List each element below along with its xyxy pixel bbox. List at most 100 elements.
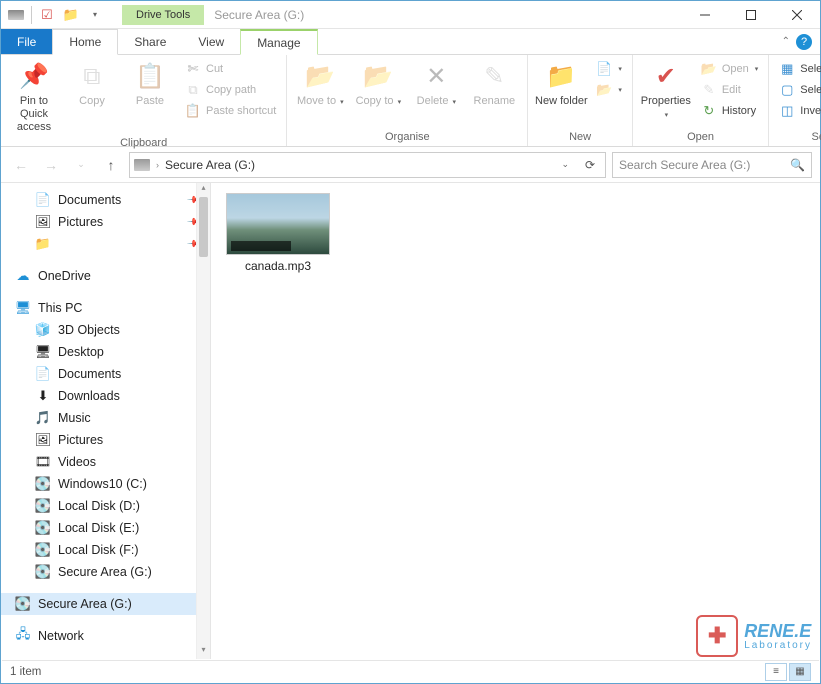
group-label-clipboard: Clipboard xyxy=(7,135,280,152)
sidebar-item-label: Videos xyxy=(58,455,96,469)
tab-view[interactable]: View xyxy=(182,29,240,54)
refresh-button[interactable]: ⟳ xyxy=(579,158,601,172)
close-button[interactable] xyxy=(774,1,820,29)
help-icon[interactable]: ? xyxy=(796,34,812,50)
down-icon: ⬇ xyxy=(35,388,51,404)
move-to-icon: 📂 xyxy=(304,61,336,93)
select-all-button[interactable]: ▦Select all xyxy=(775,59,821,79)
group-select: ▦Select all ▢Select none ◫Invert selecti… xyxy=(769,55,821,146)
address-bar[interactable]: › Secure Area (G:) ⌄ ⟳ xyxy=(129,152,606,178)
paste-button[interactable]: 📋 Paste xyxy=(123,57,177,108)
sidebar-secure-area[interactable]: 💽Secure Area (G:) xyxy=(1,593,210,615)
scroll-thumb[interactable] xyxy=(199,197,208,257)
paste-shortcut-button[interactable]: 📋Paste shortcut xyxy=(181,101,280,121)
copy-to-label: Copy to ▾ xyxy=(356,95,402,108)
copy-button[interactable]: ⧉ Copy xyxy=(65,57,119,108)
delete-button[interactable]: ✕ Delete ▾ xyxy=(409,57,463,108)
copy-to-button[interactable]: 📂 Copy to ▾ xyxy=(351,57,405,108)
sidebar-pc-item[interactable]: ⬇Downloads xyxy=(1,385,210,407)
scroll-down-icon[interactable]: ▾ xyxy=(197,645,210,659)
edit-button[interactable]: ✎Edit xyxy=(697,80,762,100)
recent-dropdown-icon[interactable]: ⌄ xyxy=(69,153,93,177)
history-button[interactable]: ↻History xyxy=(697,101,762,121)
sidebar-scrollbar[interactable]: ▴ ▾ xyxy=(196,183,210,659)
window-title: Secure Area (G:) xyxy=(214,8,682,22)
tab-manage[interactable]: Manage xyxy=(240,29,317,55)
paste-icon: 📋 xyxy=(134,61,166,93)
details-view-button[interactable]: ≡ xyxy=(765,663,787,681)
rename-icon: ✎ xyxy=(478,61,510,93)
maximize-button[interactable] xyxy=(728,1,774,29)
collapse-ribbon-icon[interactable]: ⌃ xyxy=(782,36,790,47)
select-none-button[interactable]: ▢Select none xyxy=(775,80,821,100)
tab-share[interactable]: Share xyxy=(118,29,182,54)
sidebar-quick-item[interactable]: 📄Documents📌 xyxy=(1,189,210,211)
new-item-button[interactable]: 📄▾ xyxy=(592,59,626,79)
open-button[interactable]: 📂Open ▾ xyxy=(697,59,762,79)
rename-button[interactable]: ✎ Rename xyxy=(467,57,521,108)
back-button[interactable]: ← xyxy=(9,153,33,177)
group-clipboard: 📌 Pin to Quick access ⧉ Copy 📋 Paste ✄Cu… xyxy=(1,55,287,146)
sidebar-pc-item[interactable]: 💽Windows10 (C:) xyxy=(1,473,210,495)
sidebar-pc-item[interactable]: 💽Local Disk (F:) xyxy=(1,539,210,561)
sidebar-pc-item[interactable]: 💽Local Disk (E:) xyxy=(1,517,210,539)
paste-label: Paste xyxy=(136,95,164,108)
sidebar-item-label: Pictures xyxy=(58,433,103,447)
pin-icon: 📌 xyxy=(18,61,50,93)
sidebar-pc-item[interactable]: 🎞Videos xyxy=(1,451,210,473)
sidebar-onedrive[interactable]: ☁OneDrive xyxy=(1,265,210,287)
file-pane[interactable]: canada.mp3 xyxy=(211,183,820,659)
up-button[interactable]: ↑ xyxy=(99,153,123,177)
forward-button[interactable]: → xyxy=(39,153,63,177)
sidebar-pc-item[interactable]: 💽Local Disk (D:) xyxy=(1,495,210,517)
sidebar-pc-item[interactable]: 🖥Desktop xyxy=(1,341,210,363)
move-to-button[interactable]: 📂 Move to ▾ xyxy=(293,57,347,108)
sidebar-quick-item[interactable]: 🖼Pictures📌 xyxy=(1,211,210,233)
group-open: ✔ Properties ▾ 📂Open ▾ ✎Edit ↻History Op… xyxy=(633,55,769,146)
network-icon: 🖧 xyxy=(15,628,31,644)
properties-label: Properties ▾ xyxy=(639,95,693,121)
easy-access-button[interactable]: 📂▾ xyxy=(592,80,626,100)
contextual-tab-drive-tools[interactable]: Drive Tools xyxy=(122,5,204,25)
qat-dropdown-icon[interactable]: ▾ xyxy=(84,4,106,26)
sidebar-item-label: Local Disk (E:) xyxy=(58,521,139,535)
search-icon: 🔍 xyxy=(790,158,805,172)
scroll-up-icon[interactable]: ▴ xyxy=(197,183,210,197)
address-dropdown-icon[interactable]: ⌄ xyxy=(557,159,573,170)
sidebar-quick-item[interactable]: 📁📌 xyxy=(1,233,210,255)
address-path: Secure Area (G:) xyxy=(165,158,255,172)
large-icons-view-button[interactable]: ▦ xyxy=(789,663,811,681)
invert-selection-button[interactable]: ◫Invert selection xyxy=(775,101,821,121)
sidebar-item-label: Documents xyxy=(58,193,121,207)
edit-icon: ✎ xyxy=(701,82,717,98)
navigation-pane: 📄Documents📌🖼Pictures📌📁📌 ☁OneDrive 🖥This … xyxy=(1,183,211,659)
sidebar-item-label: Secure Area (G:) xyxy=(58,565,152,579)
pc-icon: 🖥 xyxy=(15,300,31,316)
tab-file[interactable]: File xyxy=(1,29,52,54)
new-folder-label: New folder xyxy=(535,95,588,108)
pin-to-quick-access-button[interactable]: 📌 Pin to Quick access xyxy=(7,57,61,135)
folder-qat-icon[interactable]: 📁 xyxy=(60,4,82,26)
new-folder-button[interactable]: 📁 New folder xyxy=(534,57,588,108)
sidebar-item-label: Local Disk (F:) xyxy=(58,543,139,557)
group-new: 📁 New folder 📄▾ 📂▾ New xyxy=(528,55,633,146)
window-controls xyxy=(682,1,820,29)
sidebar-this-pc[interactable]: 🖥This PC xyxy=(1,297,210,319)
minimize-button[interactable] xyxy=(682,1,728,29)
select-all-icon: ▦ xyxy=(779,61,795,77)
sidebar-pc-item[interactable]: 🖼Pictures xyxy=(1,429,210,451)
sidebar-pc-item[interactable]: 💽Secure Area (G:) xyxy=(1,561,210,583)
tab-home[interactable]: Home xyxy=(52,29,118,55)
properties-button[interactable]: ✔ Properties ▾ xyxy=(639,57,693,121)
sidebar-pc-item[interactable]: 🎵Music xyxy=(1,407,210,429)
copy-path-button[interactable]: ⧉Copy path xyxy=(181,80,280,100)
sidebar-pc-item[interactable]: 📄Documents xyxy=(1,363,210,385)
cut-button[interactable]: ✄Cut xyxy=(181,59,280,79)
title-bar: ☑ 📁 ▾ Drive Tools Secure Area (G:) xyxy=(1,1,820,29)
onedrive-icon: ☁ xyxy=(15,268,31,284)
file-item[interactable]: canada.mp3 xyxy=(223,193,333,273)
search-input[interactable]: Search Secure Area (G:) 🔍 xyxy=(612,152,812,178)
sidebar-network[interactable]: 🖧Network xyxy=(1,625,210,647)
properties-qat-icon[interactable]: ☑ xyxy=(36,4,58,26)
sidebar-pc-item[interactable]: 🧊3D Objects xyxy=(1,319,210,341)
